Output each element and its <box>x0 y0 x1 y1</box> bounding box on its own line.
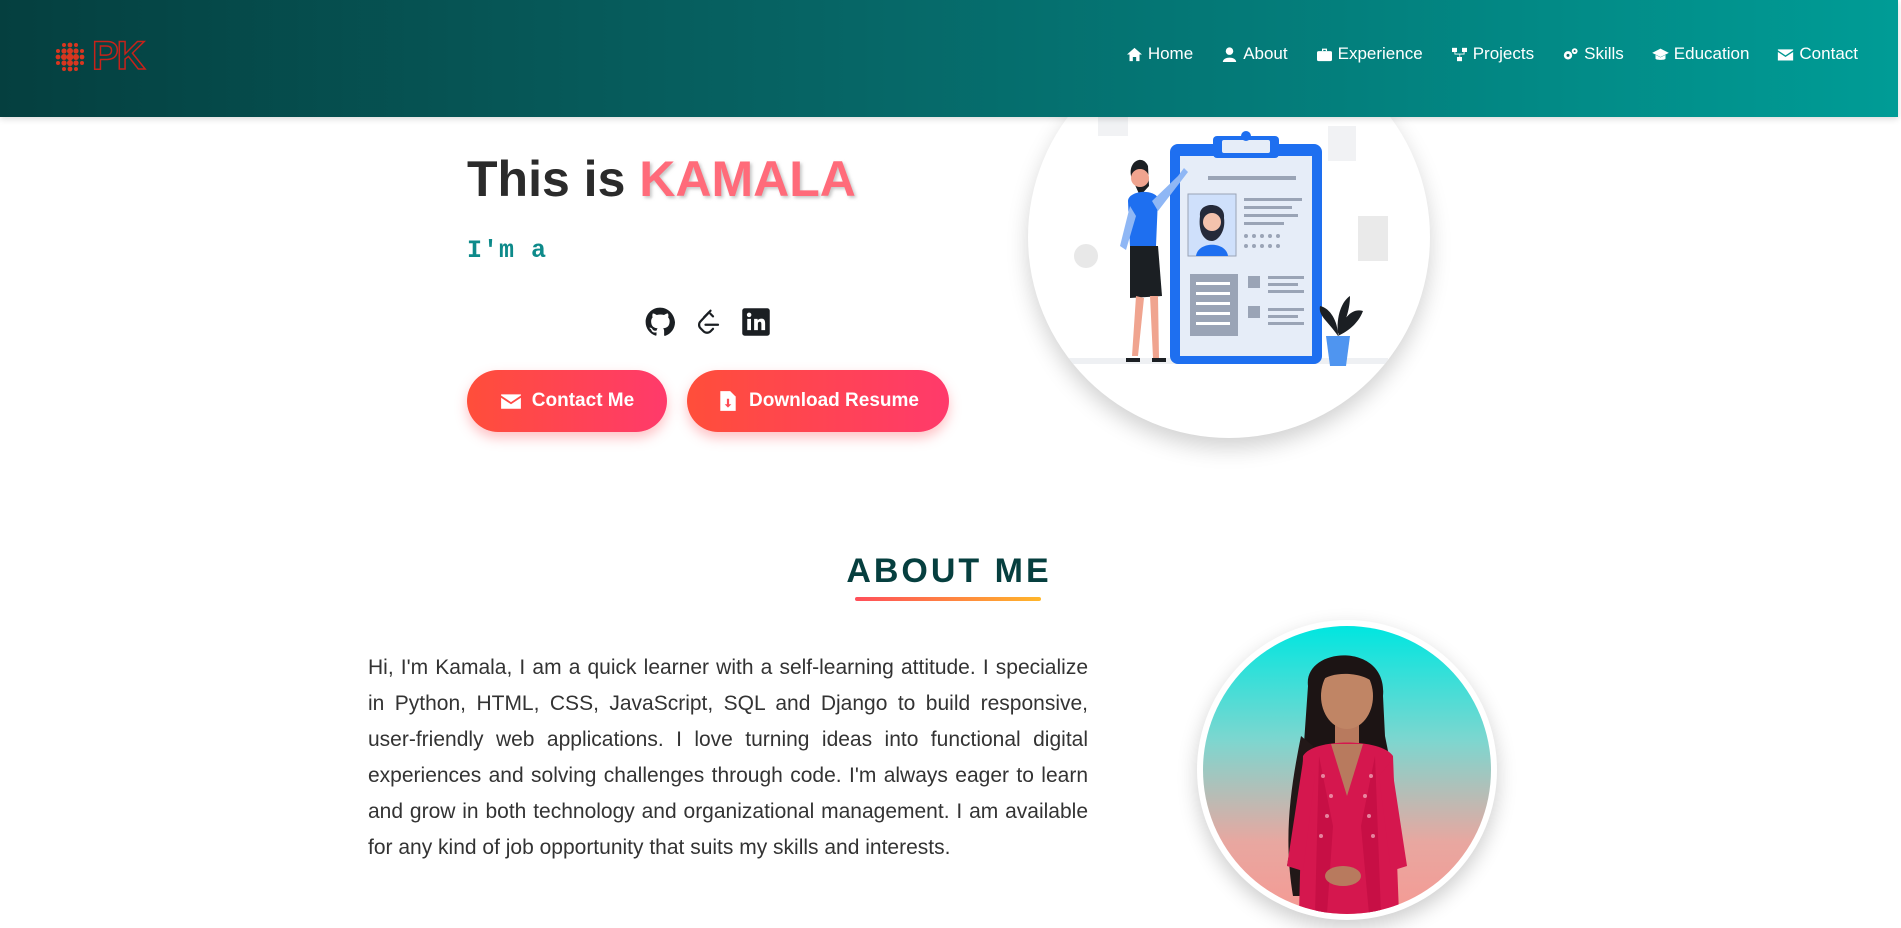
github-link[interactable] <box>645 307 675 337</box>
nav-projects-label: Projects <box>1472 44 1535 63</box>
home-icon <box>1126 47 1142 61</box>
leetcode-link[interactable] <box>693 307 723 337</box>
hero-typed-text: I'm a <box>467 236 548 265</box>
download-resume-label: Download Resume <box>749 390 919 411</box>
nav-skills[interactable]: Skills <box>1562 44 1624 64</box>
hero-title: This is KAMALA <box>467 150 856 208</box>
nav-experience-label: Experience <box>1337 44 1423 63</box>
briefcase-icon <box>1316 48 1332 61</box>
about-title-underline <box>855 597 1041 601</box>
nav-about[interactable]: About <box>1221 44 1288 64</box>
user-icon <box>1223 46 1237 62</box>
linkedin-icon <box>742 308 770 336</box>
social-links <box>645 307 771 337</box>
github-icon <box>645 307 675 336</box>
envelope-icon <box>500 394 521 409</box>
hero-name: KAMALA <box>639 151 856 207</box>
download-resume-button[interactable]: Download Resume <box>687 370 949 432</box>
nav-about-label: About <box>1243 44 1288 63</box>
about-text: Hi, I'm Kamala, I am a quick learner wit… <box>368 656 1088 859</box>
gears-icon <box>1563 47 1578 59</box>
contact-me-label: Contact Me <box>531 390 635 411</box>
hero-title-prefix: This is <box>467 151 640 207</box>
contact-me-button[interactable]: Contact Me <box>467 370 667 432</box>
nav-contact[interactable]: Contact <box>1777 44 1858 64</box>
main-nav: Home About Experience Projects Skills Ed… <box>1126 44 1858 64</box>
nav-home-label: Home <box>1147 44 1194 63</box>
profile-photo <box>1203 626 1491 914</box>
leetcode-icon <box>697 309 720 334</box>
nav-skills-label: Skills <box>1584 44 1624 63</box>
logo-dots-icon <box>55 42 85 71</box>
logo-text: PK <box>91 33 146 79</box>
graduation-cap-icon <box>1651 48 1669 60</box>
sitemap-icon <box>1451 47 1467 61</box>
nav-education-label: Education <box>1673 44 1750 63</box>
logo[interactable]: PK <box>50 33 146 79</box>
nav-contact-label: Contact <box>1799 44 1858 63</box>
nav-home[interactable]: Home <box>1126 44 1193 64</box>
site-header: PK Home About Experience Projects Skills… <box>0 0 1898 117</box>
nav-projects[interactable]: Projects <box>1451 44 1534 64</box>
nav-experience[interactable]: Experience <box>1316 44 1423 64</box>
linkedin-link[interactable] <box>741 307 771 337</box>
nav-education[interactable]: Education <box>1651 44 1750 64</box>
about-title: ABOUT ME <box>846 552 1052 590</box>
profile-photo-frame <box>1197 620 1497 920</box>
file-download-icon <box>720 391 736 411</box>
envelope-icon <box>1778 48 1794 60</box>
profile-person-image <box>1287 655 1407 914</box>
